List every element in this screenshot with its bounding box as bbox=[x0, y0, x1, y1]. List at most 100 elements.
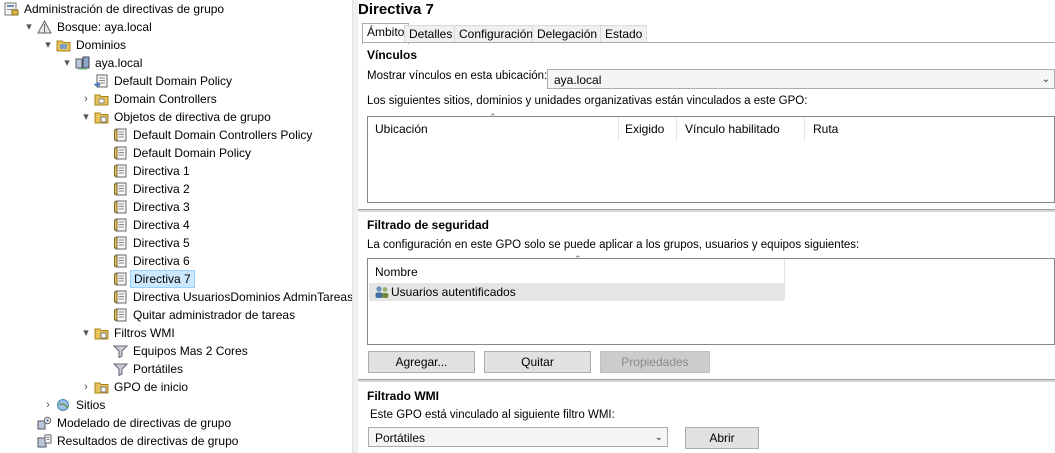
chevron-right-icon[interactable]: › bbox=[42, 396, 54, 414]
gpo-icon bbox=[113, 272, 128, 286]
gpo-icon bbox=[113, 182, 128, 196]
col-header-exigido[interactable]: Exigido bbox=[625, 121, 664, 137]
tab-estado[interactable]: Estado bbox=[600, 25, 648, 43]
list-item[interactable]: Usuarios autentificados bbox=[369, 283, 784, 301]
tree-item-label: Directiva 4 bbox=[133, 218, 190, 232]
wmi-section-title: Filtrado WMI bbox=[367, 389, 439, 403]
open-button[interactable]: Abrir bbox=[685, 427, 759, 449]
tree-item-label: Portátiles bbox=[133, 362, 184, 376]
col-header-vinculo-habilitado[interactable]: Vínculo habilitado bbox=[685, 121, 780, 137]
gpo-details-pane: Directiva 7 Ámbito Detalles Configuració… bbox=[358, 0, 1055, 453]
remove-button[interactable]: Quitar bbox=[484, 351, 591, 373]
tree-item[interactable]: Default Domain Controllers Policy bbox=[0, 126, 352, 144]
gpo-icon bbox=[113, 290, 128, 304]
tree-item[interactable]: Modelado de directivas de grupo bbox=[0, 414, 352, 432]
column-separator[interactable] bbox=[618, 117, 619, 141]
tree-item[interactable]: ▾ Dominios bbox=[0, 36, 352, 54]
domain-icon bbox=[75, 56, 90, 70]
tree-item[interactable]: Directiva 4 bbox=[0, 216, 352, 234]
tree-item-label: Directiva 5 bbox=[133, 236, 190, 250]
chevron-down-icon[interactable]: ▾ bbox=[23, 18, 35, 36]
tree-item[interactable]: Directiva 3 bbox=[0, 198, 352, 216]
tree-item-label: Directiva 3 bbox=[133, 200, 190, 214]
tree-item[interactable]: Default Domain Policy bbox=[0, 72, 352, 90]
chevron-down-icon[interactable]: ▾ bbox=[61, 54, 73, 72]
sort-arrow-icon: ⌃ bbox=[574, 254, 582, 264]
gpo-icon bbox=[113, 146, 128, 160]
tree-item[interactable]: Administración de directivas de grupo bbox=[0, 0, 352, 18]
tab-configuracion[interactable]: Configuración bbox=[454, 25, 539, 43]
tree-item[interactable]: Directiva 6 bbox=[0, 252, 352, 270]
tree-item-label: Domain Controllers bbox=[114, 92, 217, 106]
modeling-icon bbox=[37, 416, 52, 430]
tree-item-label: Equipos Mas 2 Cores bbox=[133, 344, 248, 358]
col-header-ubicacion[interactable]: Ubicación bbox=[375, 121, 428, 137]
show-links-label: Mostrar vínculos en esta ubicación: bbox=[367, 70, 548, 82]
links-location-combo[interactable]: aya.local ⌄ bbox=[547, 69, 1055, 89]
wmi-filter-icon bbox=[112, 344, 129, 359]
tree-item[interactable]: Resultados de directivas de grupo bbox=[0, 432, 352, 450]
ou-folder-icon bbox=[94, 92, 109, 106]
tree-item[interactable]: Directiva 2 bbox=[0, 180, 352, 198]
tree-item-label: Default Domain Policy bbox=[114, 74, 233, 88]
tab-ambito[interactable]: Ámbito bbox=[362, 23, 410, 44]
tree-item-label: Directiva 6 bbox=[133, 254, 190, 268]
tree-item[interactable]: ▾ aya.local bbox=[0, 54, 352, 72]
tree-item[interactable]: Directiva 1 bbox=[0, 162, 352, 180]
security-entry-label: Usuarios autentificados bbox=[391, 285, 516, 299]
tree-item[interactable]: ▾ Bosque: aya.local bbox=[0, 18, 352, 36]
folder-icon bbox=[94, 110, 109, 124]
tree-item[interactable]: ▾ Filtros WMI bbox=[0, 324, 352, 342]
section-divider bbox=[358, 379, 1055, 382]
tree-item[interactable]: Default Domain Policy bbox=[0, 144, 352, 162]
chevron-down-icon: ⌄ bbox=[654, 432, 663, 443]
tree-item-label: Bosque: aya.local bbox=[57, 20, 152, 34]
tree-item-label: GPO de inicio bbox=[114, 380, 189, 394]
tab-delegacion[interactable]: Delegación bbox=[532, 25, 603, 43]
console-icon bbox=[4, 2, 19, 16]
tree-item[interactable]: ▾ Objetos de directiva de grupo bbox=[0, 108, 352, 126]
security-section-title: Filtrado de seguridad bbox=[367, 218, 490, 232]
tree-item[interactable]: › Sitios bbox=[0, 396, 352, 414]
tree-item-label: Dominios bbox=[76, 38, 127, 52]
tree-item[interactable]: › Domain Controllers bbox=[0, 90, 352, 108]
col-header-nombre[interactable]: Nombre bbox=[375, 264, 418, 280]
tree-item[interactable]: Directiva UsuariosDominios AdminTareas bbox=[0, 288, 352, 306]
column-separator[interactable] bbox=[804, 117, 805, 141]
tree-item-label: Objetos de directiva de grupo bbox=[114, 110, 271, 124]
chevron-down-icon[interactable]: ▾ bbox=[80, 108, 92, 126]
chevron-right-icon[interactable]: › bbox=[80, 90, 92, 108]
tree-item[interactable]: Equipos Mas 2 Cores bbox=[0, 342, 352, 360]
domains-folder-icon bbox=[56, 38, 71, 52]
folder-icon bbox=[94, 380, 109, 394]
gpmc-tree[interactable]: Administración de directivas de grupo ▾ Bo… bbox=[0, 0, 352, 453]
links-list[interactable]: ⌃ Ubicación Exigido Vínculo habilitado R… bbox=[367, 112, 1055, 203]
tab-detalles[interactable]: Detalles bbox=[404, 25, 458, 43]
tree-item[interactable]: Directiva 5 bbox=[0, 234, 352, 252]
wmi-filter-icon bbox=[112, 362, 129, 377]
tree-item[interactable]: Quitar administrador de tareas bbox=[0, 306, 352, 324]
tree-item[interactable]: Directiva 7 bbox=[0, 270, 352, 288]
chevron-right-icon[interactable]: › bbox=[80, 378, 92, 396]
tree-item[interactable]: › GPO de inicio bbox=[0, 378, 352, 396]
security-list[interactable]: ⌃ Nombre Usuarios autentificados bbox=[367, 254, 1055, 345]
gpo-link-icon bbox=[94, 74, 109, 88]
chevron-down-icon[interactable]: ▾ bbox=[80, 324, 92, 342]
properties-button[interactable]: Propiedades bbox=[600, 351, 710, 373]
tree-item-label: Modelado de directivas de grupo bbox=[57, 416, 232, 430]
wmi-filter-combo[interactable]: Portátiles ⌄ bbox=[368, 427, 668, 447]
gpo-icon bbox=[113, 128, 128, 142]
add-button[interactable]: Agregar... bbox=[368, 351, 475, 373]
tree-item-label: Default Domain Policy bbox=[133, 146, 252, 160]
chevron-down-icon[interactable]: ▾ bbox=[42, 36, 54, 54]
tree-item[interactable]: Portátiles bbox=[0, 360, 352, 378]
gpo-icon bbox=[113, 254, 128, 268]
users-group-icon bbox=[374, 285, 390, 299]
column-separator[interactable] bbox=[676, 117, 677, 141]
links-location-value: aya.local bbox=[554, 73, 602, 87]
col-header-ruta[interactable]: Ruta bbox=[813, 121, 838, 137]
security-description: La configuración en este GPO solo se pue… bbox=[367, 239, 860, 251]
gpo-icon bbox=[113, 200, 128, 214]
column-separator[interactable] bbox=[784, 259, 785, 299]
gpo-title: Directiva 7 bbox=[358, 1, 434, 18]
